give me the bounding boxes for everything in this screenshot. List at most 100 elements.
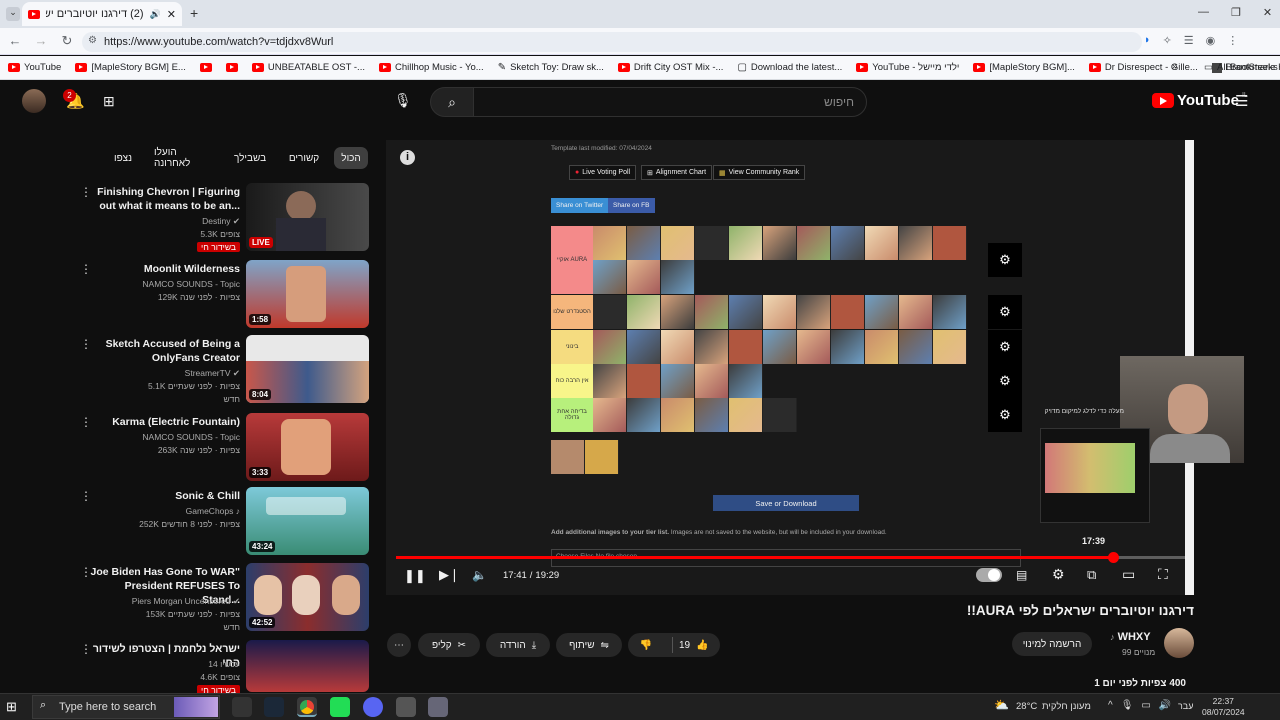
tier-settings-icon[interactable]: ⚙ bbox=[988, 398, 1022, 432]
bookmark-item[interactable] bbox=[199, 63, 212, 72]
recommendation-item[interactable]: ⋮ 43:24 Sonic & Chill GameChops ♪ 252K צ… bbox=[80, 487, 370, 559]
more-actions-icon[interactable]: ⋯ bbox=[387, 633, 411, 657]
tier-item-image[interactable] bbox=[627, 398, 661, 432]
recommendation-item[interactable]: ⋮ 42:52 Joe Biden Has Gone To WAR" Presi… bbox=[80, 563, 370, 635]
extension-icon[interactable]: ◗ bbox=[1144, 34, 1151, 47]
chip-for-you[interactable]: בשבילך bbox=[226, 147, 274, 169]
tier-item-image[interactable] bbox=[933, 295, 967, 329]
bookmark-item[interactable]: Drift City OST Mix -... bbox=[617, 62, 723, 73]
bookmark-item[interactable]: Chillhop Music - Yo... bbox=[378, 62, 484, 73]
voice-search-icon[interactable]: 🎙 bbox=[394, 92, 412, 109]
channel-name[interactable]: GameChops ♪ bbox=[90, 505, 240, 518]
active-tab[interactable]: (2) דירגנו יוטיוברים ישראלים 🔊 ✕ bbox=[22, 2, 182, 26]
back-icon[interactable]: ← bbox=[6, 33, 24, 49]
share-twitter-button[interactable]: Share on Twitter bbox=[551, 198, 609, 213]
tier-item-image[interactable] bbox=[763, 398, 797, 432]
recommendation-item[interactable]: ⋮ 8:04 Sketch Accused of Being a OnlyFan… bbox=[80, 335, 370, 407]
profile-avatar-icon[interactable]: ◉ bbox=[1206, 34, 1216, 47]
video-title[interactable]: Sonic & Chill bbox=[90, 489, 240, 503]
microphone-icon[interactable]: 🎙 bbox=[1121, 700, 1134, 711]
tier-item-image[interactable] bbox=[797, 330, 831, 364]
clip-button[interactable]: קליפ ✂ bbox=[418, 633, 480, 657]
video-title[interactable]: Sketch Accused of Being a OnlyFans Creat… bbox=[90, 337, 240, 365]
channel-name[interactable]: Piers Morgan Uncensored ✔ bbox=[90, 595, 240, 608]
video-title[interactable]: Moonlit Wilderness bbox=[90, 262, 240, 276]
tier-item-image[interactable] bbox=[729, 364, 763, 398]
tier-item-image[interactable] bbox=[933, 330, 967, 364]
bookmark-item[interactable]: UNBEATABLE OST -... bbox=[251, 62, 365, 73]
community-rank-button[interactable]: ▦ View Community Rank bbox=[713, 165, 806, 180]
tier-item-image[interactable] bbox=[593, 330, 627, 364]
speaker-icon[interactable]: 🔊 bbox=[1159, 700, 1171, 711]
app-icon[interactable] bbox=[396, 697, 416, 717]
bookmark-item[interactable]: ✎ Sketch Toy: Draw sk... bbox=[498, 62, 604, 73]
tier-item-image[interactable] bbox=[627, 226, 661, 260]
tier-item-image[interactable] bbox=[593, 398, 627, 432]
tier-item-image[interactable] bbox=[831, 295, 865, 329]
tier-item-image[interactable] bbox=[865, 330, 899, 364]
tier-item-image[interactable] bbox=[695, 226, 729, 260]
video-title[interactable]: Finishing Chevron | Figuring out what it… bbox=[90, 185, 240, 213]
network-icon[interactable]: ▭ bbox=[1141, 700, 1150, 711]
bookmark-item[interactable]: Dr Disrespect - Gille... bbox=[1088, 62, 1198, 73]
tier-item-image[interactable] bbox=[695, 364, 729, 398]
tier-item-image[interactable] bbox=[729, 330, 763, 364]
video-title[interactable]: Karma (Electric Fountain) bbox=[90, 415, 240, 429]
tier-item-image[interactable] bbox=[729, 398, 763, 432]
tier-item-image[interactable] bbox=[695, 398, 729, 432]
theater-mode-icon[interactable]: ▭ bbox=[1122, 566, 1135, 583]
chip-recent[interactable]: הועלו לאחרונה bbox=[146, 147, 220, 169]
discord-icon[interactable] bbox=[363, 697, 383, 717]
bookmark-item[interactable]: YouTube bbox=[8, 62, 61, 73]
windows-start-icon[interactable]: ⊞ bbox=[6, 699, 17, 715]
miniplayer-icon[interactable]: ⧉ bbox=[1087, 567, 1096, 583]
tier-item-image[interactable] bbox=[627, 295, 661, 329]
bookmark-item[interactable] bbox=[225, 63, 238, 72]
site-info-icon[interactable]: ⚙ bbox=[88, 35, 97, 46]
channel-name[interactable]: Destiny ✔ bbox=[90, 215, 240, 228]
subtitles-icon[interactable]: ▤ bbox=[1016, 568, 1027, 582]
tier-item-image[interactable] bbox=[593, 295, 627, 329]
tier-settings-icon[interactable]: ⚙ bbox=[988, 243, 1022, 277]
puzzle-icon[interactable]: ✧ bbox=[1163, 34, 1172, 47]
dislike-icon[interactable]: 👎 bbox=[639, 640, 651, 651]
tier-item-image[interactable] bbox=[627, 260, 661, 294]
tier-settings-icon[interactable]: ⚙ bbox=[988, 364, 1022, 398]
tier-item-image[interactable] bbox=[729, 295, 763, 329]
bookmark-item[interactable]: [MapleStory BGM]... bbox=[973, 62, 1075, 73]
live-voting-button[interactable]: ● Live Voting Poll bbox=[569, 165, 637, 180]
video-thumbnail[interactable]: 3:33 bbox=[246, 413, 369, 481]
video-thumbnail[interactable]: 43:24 bbox=[246, 487, 369, 555]
video-thumbnail[interactable]: 1:58 bbox=[246, 260, 369, 328]
recommendation-item[interactable]: ⋮ 3:33 Karma (Electric Fountain) NAMCO S… bbox=[80, 413, 370, 485]
tier-item-image[interactable] bbox=[661, 226, 695, 260]
hamburger-menu-icon[interactable]: ☰ bbox=[1235, 92, 1248, 110]
app-icon[interactable] bbox=[330, 697, 350, 717]
new-tab-icon[interactable]: + bbox=[190, 5, 198, 21]
tier-item-image[interactable] bbox=[899, 295, 933, 329]
tray-expand-icon[interactable]: ^ bbox=[1108, 700, 1113, 711]
save-download-button[interactable]: Save or Download bbox=[713, 495, 859, 511]
clock[interactable]: 22:37 08/07/2024 bbox=[1202, 696, 1245, 718]
tier-settings-icon[interactable]: ⚙ bbox=[988, 295, 1022, 329]
menu-icon[interactable]: ⋮ bbox=[1227, 34, 1238, 47]
bookmark-item[interactable]: [MapleStory BGM] E... bbox=[75, 62, 186, 73]
tab-close-icon[interactable]: ✕ bbox=[167, 8, 176, 21]
tier-item-image[interactable] bbox=[661, 364, 695, 398]
tier-item-image[interactable] bbox=[865, 226, 899, 260]
download-button[interactable]: הורדה ⤓ bbox=[486, 633, 550, 657]
minimize-icon[interactable]: — bbox=[1198, 6, 1209, 19]
pause-icon[interactable]: ❚❚ bbox=[404, 568, 426, 584]
tier-item-image[interactable] bbox=[661, 295, 695, 329]
search-button[interactable]: ⌕ bbox=[430, 87, 474, 117]
tier-item-image[interactable] bbox=[627, 364, 661, 398]
tier-item-image[interactable] bbox=[729, 226, 763, 260]
video-thumbnail[interactable] bbox=[246, 640, 369, 692]
recommendation-item[interactable]: ⋮ LIVE Finishing Chevron | Figuring out … bbox=[80, 183, 370, 255]
video-thumbnail[interactable]: 42:52 bbox=[246, 563, 369, 631]
search-input[interactable]: חיפוש bbox=[473, 87, 867, 117]
recommendation-item[interactable]: ⋮ 1:58 Moonlit Wilderness NAMCO SOUNDS -… bbox=[80, 260, 370, 332]
tier-item-image[interactable] bbox=[593, 226, 627, 260]
more-bookmarks-icon[interactable]: » bbox=[1172, 61, 1178, 72]
chip-related[interactable]: קשורים bbox=[280, 147, 328, 169]
